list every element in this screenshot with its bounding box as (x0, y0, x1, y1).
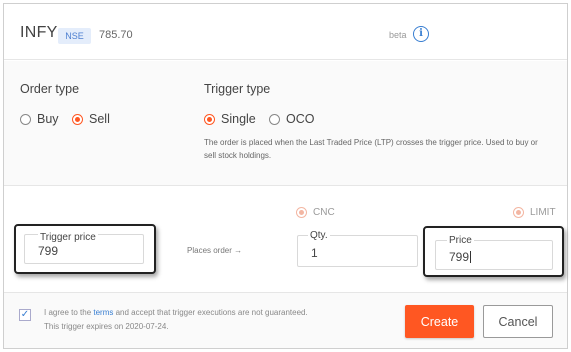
trigger-type-single-radio[interactable]: Single (204, 111, 256, 127)
product-cnc-label: CNC (313, 206, 335, 218)
trigger-description: The order is placed when the Last Traded… (204, 138, 538, 160)
price-highlight: 799 Price (423, 226, 564, 277)
price-label: Price (447, 235, 474, 246)
text-caret (470, 251, 472, 263)
agreement-text: I agree to the terms and accept that tri… (44, 308, 308, 331)
order-type-sell-radio[interactable]: Sell (72, 111, 110, 127)
order-limit-radio[interactable]: LIMIT (513, 205, 556, 219)
checkmark-icon: ✓ (20, 309, 30, 320)
trigger-price-label: Trigger price (38, 232, 98, 243)
qty-value: 1 (311, 246, 318, 260)
radio-selected-icon (513, 206, 524, 218)
price-value: 799 (449, 250, 472, 264)
beta-label: beta (389, 30, 407, 40)
trigger-type-oco-radio[interactable]: OCO (269, 111, 314, 127)
order-types-section: Order type Buy Sell Trigger type Single … (4, 61, 567, 186)
order-type-heading: Order type (20, 82, 80, 96)
product-cnc-radio[interactable]: CNC (296, 205, 335, 219)
order-type-buy-radio[interactable]: Buy (20, 111, 59, 127)
last-traded-price: 785.70 (99, 29, 133, 41)
dialog-footer: ✓ I agree to the terms and accept that t… (4, 292, 567, 348)
order-type-buy-label: Buy (37, 112, 59, 126)
radio-selected-icon (296, 206, 307, 218)
exchange-badge: NSE (58, 28, 91, 44)
info-icon[interactable]: i (413, 26, 429, 42)
gtt-order-dialog: INFY NSE 785.70 beta i Order type Buy Se… (3, 3, 568, 349)
radio-selected-icon (204, 113, 215, 125)
trigger-type-heading: Trigger type (204, 82, 271, 96)
agree-checkbox[interactable]: ✓ (19, 309, 31, 321)
cancel-button[interactable]: Cancel (483, 305, 553, 338)
trigger-type-single-label: Single (221, 112, 256, 126)
trigger-price-highlight: 799 Trigger price (14, 224, 156, 274)
instrument-symbol: INFY (20, 24, 58, 41)
terms-link[interactable]: terms (93, 308, 113, 317)
order-type-sell-label: Sell (89, 112, 110, 126)
qty-label: Qty. (308, 230, 330, 241)
create-button[interactable]: Create (405, 305, 474, 338)
trigger-type-oco-label: OCO (286, 112, 315, 126)
radio-selected-icon (72, 113, 83, 125)
radio-unselected-icon (20, 113, 31, 125)
trigger-price-value: 799 (38, 244, 59, 258)
order-limit-label: LIMIT (530, 206, 556, 218)
places-order-text: Places order → (187, 246, 243, 255)
dialog-header: INFY NSE 785.70 beta i (4, 4, 567, 60)
radio-unselected-icon (269, 113, 280, 125)
